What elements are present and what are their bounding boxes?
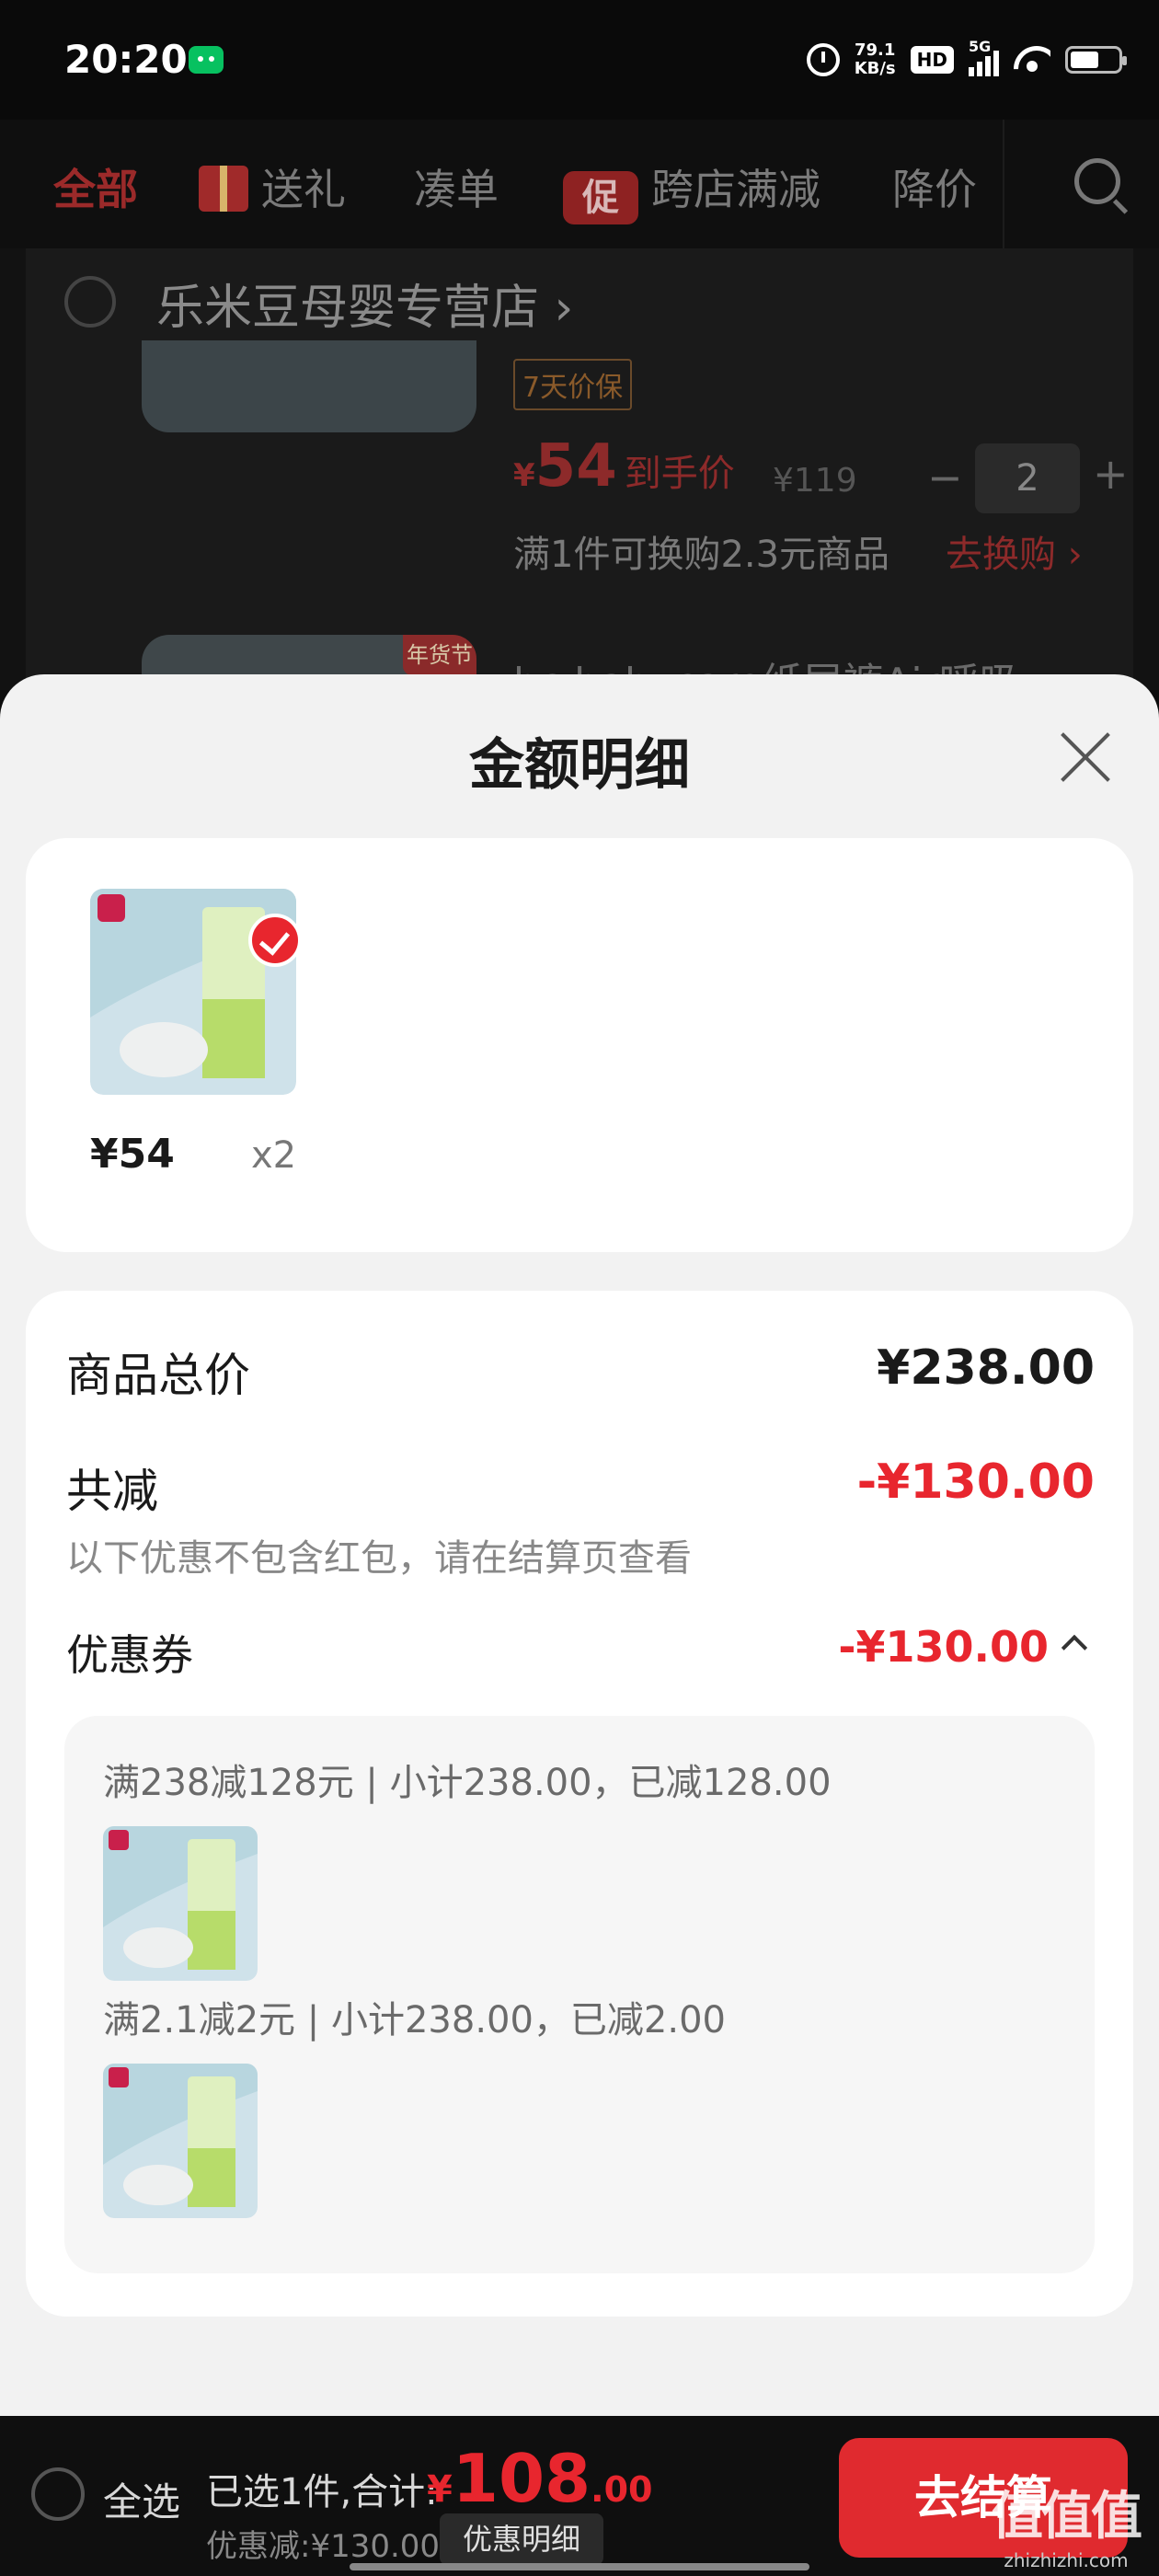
close-icon[interactable] [1058,730,1113,785]
tab-divider [1003,120,1004,248]
tab-bundle[interactable]: 凑单 [414,156,499,217]
search-icon[interactable] [1074,158,1120,204]
sheet-title: 金额明细 [469,733,690,798]
hd-icon: HD [910,46,954,74]
home-indicator[interactable] [350,2563,809,2570]
amount-detail-sheet: 金额明细 ¥54 x2 商品总价 ¥238.00 共减 -¥130.00 以下优… [0,674,1159,2576]
final-price: ¥54 到手价 [513,432,735,500]
tab-gift[interactable]: 送礼 [199,156,346,217]
battery-icon [1065,46,1127,74]
coupon-item-thumbnail [103,2064,258,2218]
quantity-decrease-button[interactable]: − [927,453,963,502]
status-time: 20:20 [64,37,188,82]
cart-filter-tabs: 全部 送礼 凑单 促跨店满减 降价 [0,120,1159,248]
signal-5g-icon: 5G [969,38,999,76]
chevron-up-icon[interactable] [1061,1634,1088,1662]
price-guard-badge: 7天价保 [513,359,633,410]
cart-page-background: 全部 送礼 凑单 促跨店满减 降价 乐米豆母婴专营店 › 7天价保 ¥54 到手价… [0,120,1159,708]
alarm-icon [806,43,840,76]
total-reduction-value: -¥130.00 [856,1455,1095,1510]
coupon-label: 优惠券 [66,1630,193,1680]
quantity-increase-button[interactable]: + [1093,449,1129,499]
tab-all[interactable]: 全部 [53,156,138,217]
coupon-item-thumbnail [103,1826,258,1981]
checkout-bar: 全选 已选1件,合计: ¥108.00 优惠减:¥130.00 优惠明细 去结算 [0,2416,1159,2576]
new-year-tag: 年货节 [403,635,476,675]
wifi-icon [1014,46,1050,74]
product-image[interactable] [142,340,476,432]
gift-icon [199,166,248,212]
store-card: 乐米豆母婴专营店 › 7天价保 ¥54 到手价 ¥119 − 2 + 满1件可换购… [26,248,1133,708]
tab-price-drop[interactable]: 降价 [892,156,977,217]
store-name[interactable]: 乐米豆母婴专营店 › [156,269,573,338]
exchange-offer-text: 满1件可换购2.3元商品 [513,534,890,576]
status-icons: 79.1 KB/s HD 5G [806,37,1127,83]
wechat-notification-icon [189,46,224,74]
coupon-line: 满2.1减2元 | 小计238.00，已减2.00 [103,1999,726,2041]
status-bar: 20:20 79.1 KB/s HD 5G [0,0,1159,120]
item-price: ¥54 [90,1131,175,1178]
quantity-input[interactable]: 2 [975,443,1080,513]
total-reduction-label: 共减 [66,1465,158,1518]
store-select-radio[interactable] [64,276,116,328]
watermark-logo: 值值值 zhizhizhi.com [992,2487,1142,2571]
tab-cross-store[interactable]: 促跨店满减 [563,156,820,224]
goods-total-value: ¥238.00 [877,1340,1095,1396]
discount-detail-button[interactable]: 优惠明细 [440,2513,603,2565]
selected-items-card: ¥54 x2 [26,838,1133,1252]
exchange-link[interactable]: 去换购 › [946,524,1083,578]
discount-note: 以下优惠不包含红包，请在结算页查看 [66,1537,692,1580]
item-selected-check-icon [248,914,302,967]
total-price: ¥108.00 [427,2440,653,2517]
coupon-list: 满238减128元 | 小计238.00，已减128.00 满2.1减2元 | … [64,1716,1095,2273]
coupon-value[interactable]: -¥130.00 [838,1622,1049,1672]
network-speed: 79.1 KB/s [854,40,896,78]
select-all-label[interactable]: 全选 [103,2471,180,2527]
goods-total-label: 商品总价 [66,1349,250,1402]
coupon-line: 满238减128元 | 小计238.00，已减128.00 [103,1762,832,1804]
discount-amount: 优惠减:¥130.00 [206,2528,441,2565]
selected-total-label: 已选1件,合计: [206,2471,438,2513]
select-all-radio[interactable] [31,2467,85,2521]
price-summary-card: 商品总价 ¥238.00 共减 -¥130.00 以下优惠不包含红包，请在结算页… [26,1291,1133,2317]
promo-badge-icon: 促 [563,171,638,224]
item-quantity: x2 [251,1134,297,1177]
original-price: ¥119 [773,462,857,500]
